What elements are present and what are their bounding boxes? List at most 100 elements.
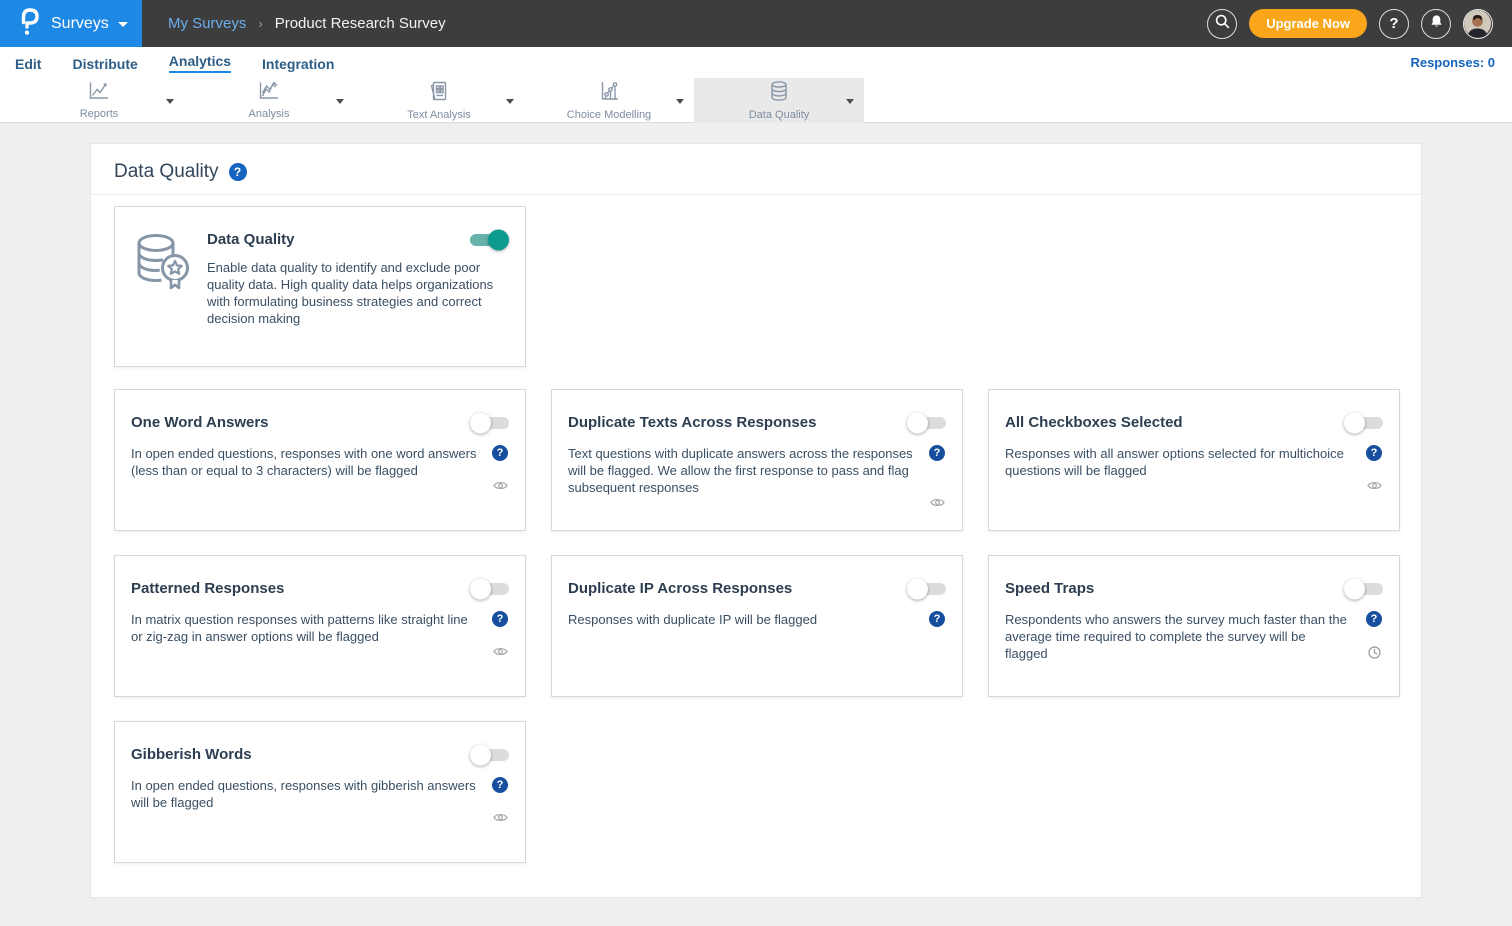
- notifications-button[interactable]: [1421, 9, 1451, 39]
- help-icon[interactable]: ?: [929, 611, 945, 627]
- help-icon[interactable]: ?: [929, 445, 945, 461]
- tab-label: Choice Modelling: [567, 109, 651, 121]
- panel-content: Data Quality Enable data quality to iden…: [91, 195, 1421, 863]
- card-title: All Checkboxes Selected: [1005, 414, 1183, 431]
- page-help-icon[interactable]: ?: [229, 163, 247, 181]
- product-switcher[interactable]: Surveys: [0, 0, 142, 47]
- rules-grid: One Word Answers In open ended questions…: [114, 389, 1404, 863]
- data-quality-toggle[interactable]: [470, 234, 507, 246]
- eye-icon[interactable]: [493, 646, 508, 657]
- nav-distribute[interactable]: Distribute: [72, 55, 137, 71]
- eye-icon[interactable]: [493, 480, 508, 491]
- user-avatar[interactable]: [1463, 9, 1493, 39]
- tab-analysis-dropdown[interactable]: [336, 99, 344, 104]
- speed-traps-toggle[interactable]: [1346, 583, 1383, 595]
- topbar: Surveys My Surveys › Product Research Su…: [0, 0, 1512, 47]
- gibberish-words-toggle[interactable]: [472, 749, 509, 761]
- bell-icon: [1429, 14, 1444, 34]
- tab-reports-dropdown[interactable]: [166, 99, 174, 104]
- card-description: In open ended questions, responses with …: [131, 777, 491, 823]
- card-gibberish-words: Gibberish Words In open ended questions,…: [114, 721, 526, 863]
- analytics-toolbar: Reports Analysis Text Analysis Choice Mo…: [0, 78, 1512, 123]
- toggle-knob: [488, 230, 509, 251]
- tab-analysis[interactable]: Analysis: [184, 78, 354, 123]
- scatter-chart-icon: [597, 80, 621, 107]
- help-icon[interactable]: ?: [1366, 611, 1382, 627]
- card-title: Duplicate Texts Across Responses: [568, 414, 816, 431]
- toggle-knob: [1344, 413, 1365, 434]
- search-icon: [1215, 14, 1230, 34]
- card-description: In open ended questions, responses with …: [131, 445, 491, 491]
- document-grid-icon: [428, 80, 450, 107]
- eye-icon[interactable]: [1367, 480, 1382, 491]
- toggle-knob: [470, 745, 491, 766]
- tab-label: Text Analysis: [407, 109, 471, 121]
- card-title: Speed Traps: [1005, 580, 1094, 597]
- toggle-knob: [470, 579, 491, 600]
- brand-label: Surveys: [51, 15, 109, 33]
- database-icon: [768, 80, 790, 107]
- card-title: Duplicate IP Across Responses: [568, 580, 792, 597]
- breadcrumb: My Surveys › Product Research Survey: [168, 0, 446, 47]
- card-description: Respondents who answers the survey much …: [1005, 611, 1365, 662]
- toggle-knob: [470, 413, 491, 434]
- toggle-knob: [1344, 579, 1365, 600]
- card-title: One Word Answers: [131, 414, 269, 431]
- card-description: In matrix question responses with patter…: [131, 611, 491, 657]
- tab-data-quality[interactable]: Data Quality: [694, 78, 864, 123]
- tab-text-analysis-dropdown[interactable]: [506, 99, 514, 104]
- eye-icon[interactable]: [930, 497, 945, 508]
- tab-label: Analysis: [249, 108, 290, 120]
- help-button[interactable]: ?: [1379, 9, 1409, 39]
- data-quality-master-card: Data Quality Enable data quality to iden…: [114, 206, 526, 367]
- tab-reports[interactable]: Reports: [14, 78, 184, 123]
- nav-integration[interactable]: Integration: [262, 55, 334, 71]
- tab-data-quality-dropdown[interactable]: [846, 99, 854, 104]
- search-button[interactable]: [1207, 9, 1237, 39]
- card-description: Text questions with duplicate answers ac…: [568, 445, 928, 508]
- duplicate-ip-toggle[interactable]: [909, 583, 946, 595]
- card-description: Responses with all answer options select…: [1005, 445, 1365, 491]
- toggle-knob: [907, 579, 928, 600]
- card-duplicate-ip: Duplicate IP Across Responses Responses …: [551, 555, 963, 697]
- nav-analytics[interactable]: Analytics: [169, 52, 231, 73]
- line-chart-icon: [87, 81, 111, 106]
- page-title: Data Quality: [114, 161, 219, 183]
- eye-icon[interactable]: [493, 812, 508, 823]
- questionpro-logo-icon: [16, 6, 42, 41]
- database-award-icon: [132, 231, 194, 366]
- card-duplicate-texts: Duplicate Texts Across Responses Text qu…: [551, 389, 963, 531]
- app-root: Surveys My Surveys › Product Research Su…: [0, 0, 1512, 926]
- tab-text-analysis[interactable]: Text Analysis: [354, 78, 524, 123]
- multi-line-chart-icon: [257, 81, 281, 106]
- chevron-down-icon: [118, 22, 128, 27]
- responses-count: Responses: 0: [1410, 55, 1495, 70]
- master-card-description: Enable data quality to identify and excl…: [207, 259, 507, 327]
- help-icon[interactable]: ?: [492, 445, 508, 461]
- breadcrumb-my-surveys[interactable]: My Surveys: [168, 15, 246, 32]
- tab-choice-modelling-dropdown[interactable]: [676, 99, 684, 104]
- tab-label: Data Quality: [749, 109, 810, 121]
- breadcrumb-separator: ›: [258, 16, 262, 31]
- breadcrumb-current-survey: Product Research Survey: [275, 15, 446, 32]
- card-patterned-responses: Patterned Responses In matrix question r…: [114, 555, 526, 697]
- card-all-checkboxes: All Checkboxes Selected Responses with a…: [988, 389, 1400, 531]
- help-icon[interactable]: ?: [492, 611, 508, 627]
- help-icon[interactable]: ?: [492, 777, 508, 793]
- one-word-answers-toggle[interactable]: [472, 417, 509, 429]
- patterned-responses-toggle[interactable]: [472, 583, 509, 595]
- master-card-body: Data Quality Enable data quality to iden…: [207, 231, 507, 366]
- panel-header: Data Quality ?: [91, 144, 1421, 195]
- card-speed-traps: Speed Traps Respondents who answers the …: [988, 555, 1400, 697]
- clock-icon[interactable]: [1368, 646, 1381, 659]
- duplicate-texts-toggle[interactable]: [909, 417, 946, 429]
- nav-edit[interactable]: Edit: [15, 55, 41, 71]
- toggle-knob: [907, 413, 928, 434]
- question-mark-icon: ?: [1389, 15, 1398, 32]
- data-quality-panel: Data Quality ?: [90, 143, 1422, 898]
- tab-choice-modelling[interactable]: Choice Modelling: [524, 78, 694, 123]
- help-icon[interactable]: ?: [1366, 445, 1382, 461]
- master-card-title: Data Quality: [207, 231, 295, 248]
- all-checkboxes-toggle[interactable]: [1346, 417, 1383, 429]
- upgrade-now-button[interactable]: Upgrade Now: [1249, 9, 1367, 38]
